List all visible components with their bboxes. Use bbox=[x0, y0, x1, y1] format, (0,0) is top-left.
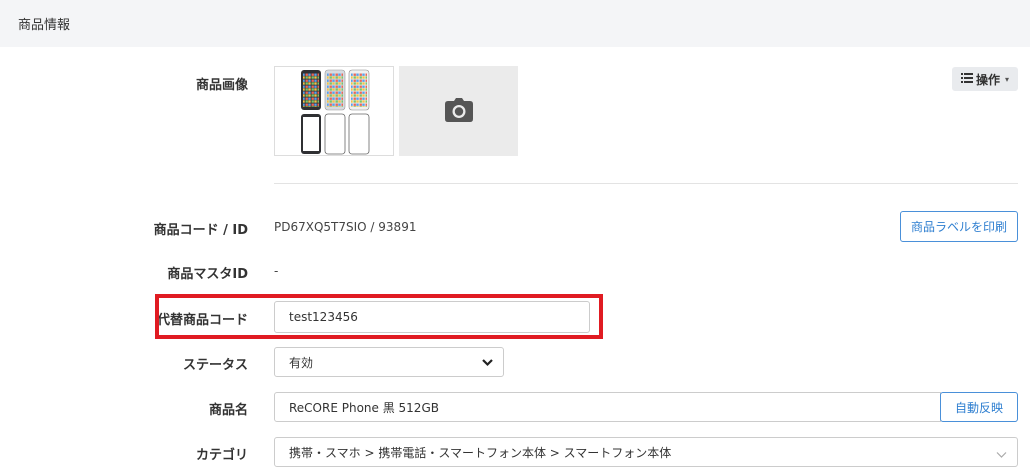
print-label-button[interactable]: 商品ラベルを印刷 bbox=[900, 211, 1018, 242]
product-name-label: 商品名 bbox=[208, 403, 248, 418]
product-code-label: 商品コード / ID bbox=[153, 223, 248, 238]
master-id-label: 商品マスタID bbox=[167, 267, 248, 282]
status-label: ステータス bbox=[182, 358, 248, 373]
section-divider bbox=[274, 183, 1018, 184]
chevron-down-icon bbox=[482, 356, 493, 371]
product-image-thumbnail[interactable] bbox=[274, 66, 394, 156]
product-code-value: PD67XQ5T7SIO / 93891 bbox=[274, 220, 417, 234]
operations-label: 操作 bbox=[975, 72, 1000, 87]
product-image-label: 商品画像 bbox=[195, 78, 248, 93]
category-select[interactable]: 携帯・スマホ > 携帯電話・スマートフォン本体 > スマートフォン本体 bbox=[274, 437, 1018, 467]
status-select[interactable]: 有効 bbox=[274, 347, 504, 377]
auto-fill-button[interactable]: 自動反映 bbox=[940, 392, 1018, 422]
category-value: 携帯・スマホ > 携帯電話・スマートフォン本体 > スマートフォン本体 bbox=[289, 445, 672, 460]
highlight-box bbox=[155, 294, 603, 339]
chevron-down-icon bbox=[996, 448, 1007, 462]
section-title: 商品情報 bbox=[18, 18, 71, 33]
list-icon bbox=[960, 72, 973, 86]
master-id-value: - bbox=[274, 264, 279, 278]
status-selected-value: 有効 bbox=[289, 355, 314, 370]
category-label: カテゴリ bbox=[195, 448, 248, 463]
product-name-value: ReCORE Phone 黒 512GB bbox=[289, 400, 439, 415]
operations-button[interactable]: 操作 ▾ bbox=[952, 67, 1018, 91]
product-name-input[interactable]: ReCORE Phone 黒 512GB bbox=[274, 392, 941, 422]
caret-down-icon: ▾ bbox=[1005, 74, 1010, 84]
phone-image bbox=[301, 69, 370, 155]
section-header: 商品情報 bbox=[0, 0, 1030, 47]
camera-icon[interactable] bbox=[445, 98, 473, 126]
